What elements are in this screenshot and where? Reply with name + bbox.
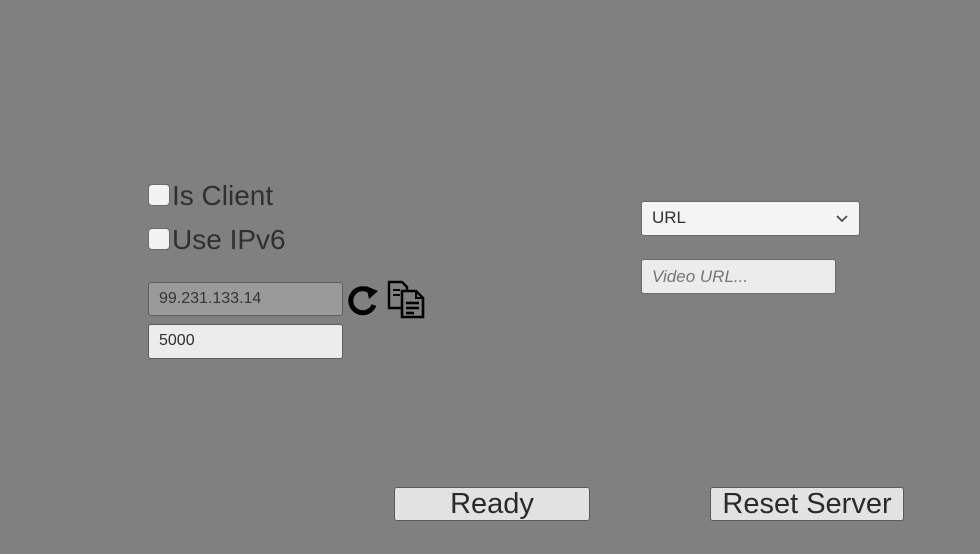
video-source-dropdown[interactable]: URL	[641, 201, 860, 236]
use-ipv6-label: Use IPv6	[172, 224, 286, 255]
video-source-selected: URL	[652, 208, 687, 227]
use-ipv6-checkbox[interactable]	[148, 228, 170, 250]
port-field[interactable]: 5000	[148, 324, 343, 359]
video-url-input[interactable]	[641, 259, 836, 294]
ip-address-field[interactable]: 99.231.133.14	[148, 282, 343, 316]
refresh-icon[interactable]	[345, 280, 379, 320]
chevron-down-icon	[836, 215, 848, 223]
is-client-checkbox[interactable]	[148, 184, 170, 206]
ready-button[interactable]: Ready	[394, 487, 590, 521]
copy-icon[interactable]	[386, 278, 426, 319]
is-client-label: Is Client	[172, 180, 274, 211]
reset-server-button[interactable]: Reset Server	[710, 487, 904, 521]
